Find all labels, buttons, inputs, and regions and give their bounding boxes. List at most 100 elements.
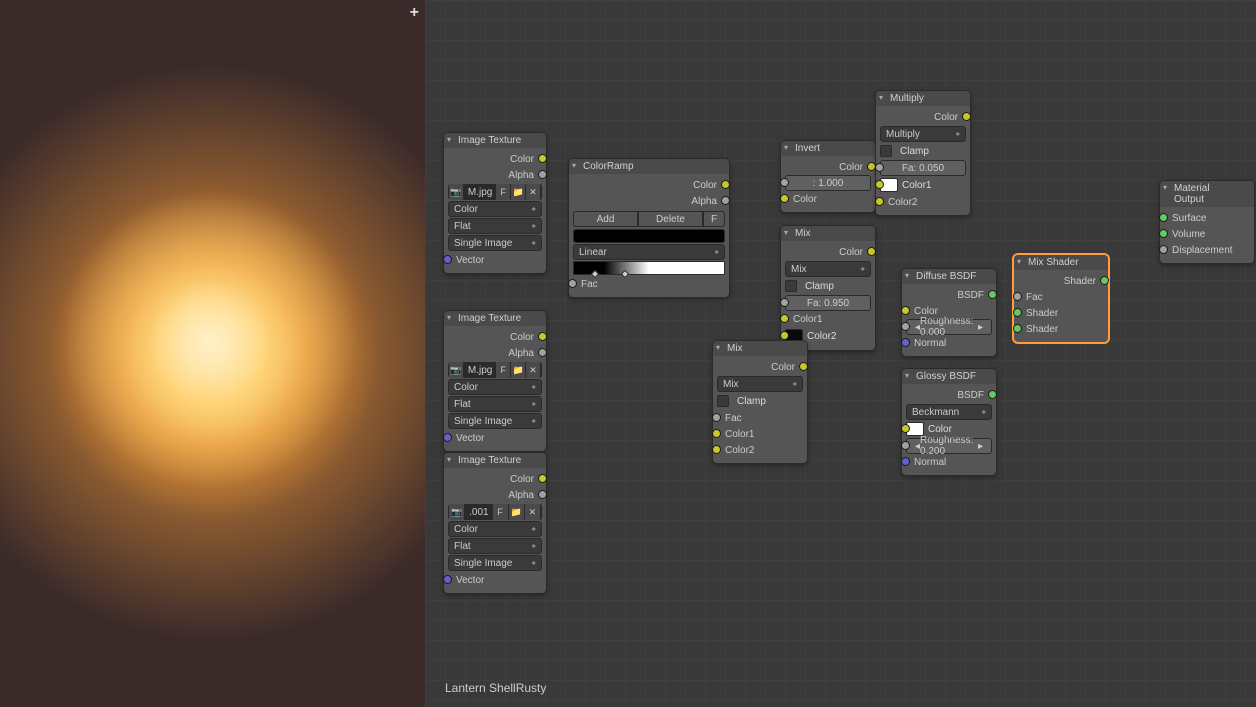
image-selector[interactable]: 📷 .001 F 📁 ✕ [448,504,542,520]
unlink-icon[interactable]: ✕ [526,362,541,378]
output-color: Color [934,112,958,123]
filename[interactable]: M.jpg [464,184,496,200]
input-color1: Color1 [902,180,931,191]
input-shader2: Shader [1026,324,1058,335]
blend-dropdown[interactable]: Mix [785,261,871,277]
image-selector[interactable]: 📷 M.jpg F 📁 ✕ [448,362,542,378]
input-vector: Vector [456,433,484,444]
blend-dropdown[interactable]: Mix [717,376,803,392]
colorspace-dropdown[interactable]: Color [448,201,542,217]
node-title[interactable]: Image Texture [444,133,546,148]
filename[interactable]: M.jpg [464,362,496,378]
filename[interactable]: .001 [465,504,492,520]
fake-user-button[interactable]: F [496,362,511,378]
fake-user-button[interactable]: F [493,504,509,520]
node-title[interactable]: Diffuse BSDF [902,269,996,284]
input-color: Color [928,424,952,435]
node-title[interactable]: Image Texture [444,453,546,468]
flip-button[interactable]: F [703,211,725,227]
clamp-checkbox[interactable] [785,280,797,292]
output-alpha: Alpha [508,348,534,359]
node-title[interactable]: Mix [713,341,807,356]
projection-dropdown[interactable]: Flat [448,218,542,234]
fac-field[interactable]: : 1.000 [785,175,871,191]
node-material-output[interactable]: Material Output Surface Volume Displacem… [1159,180,1255,264]
clamp-checkbox[interactable] [717,395,729,407]
image-selector[interactable]: 📷 M.jpg F 📁 ✕ [448,184,542,200]
blend-dropdown[interactable]: Multiply [880,126,966,142]
projection-dropdown[interactable]: Flat [448,538,542,554]
node-glossy-bsdf[interactable]: Glossy BSDF BSDF Beckmann Color ◂Roughne… [901,368,997,476]
frame-dropdown[interactable]: Single Image [448,235,542,251]
output-color: Color [510,474,534,485]
fac-field[interactable]: Fa: 0.950 [785,295,871,311]
node-image-texture-3[interactable]: Image Texture Color Alpha 📷 .001 F 📁 ✕ C… [443,452,547,594]
delete-stop-button[interactable]: Delete [638,211,703,227]
input-vector: Vector [456,575,484,586]
color-ramp-gradient[interactable] [573,261,725,275]
input-surface: Surface [1172,213,1206,224]
output-bsdf: BSDF [957,290,984,301]
projection-dropdown[interactable]: Flat [448,396,542,412]
output-color: Color [693,180,717,191]
clamp-label: Clamp [737,396,766,407]
browse-icon[interactable]: 📷 [449,184,464,200]
distribution-dropdown[interactable]: Beckmann [906,404,992,420]
input-color2: Color2 [725,445,754,456]
node-color-ramp[interactable]: ColorRamp Color Alpha Add Delete F Linea… [568,158,730,298]
open-icon[interactable]: 📁 [509,504,525,520]
input-fac: Fac [581,279,598,290]
ramp-color-swatch[interactable] [573,229,725,243]
frame-dropdown[interactable]: Single Image [448,413,542,429]
expand-icon[interactable]: + [410,4,419,22]
frame-dropdown[interactable]: Single Image [448,555,542,571]
node-title[interactable]: ColorRamp [569,159,729,174]
colorspace-dropdown[interactable]: Color [448,521,542,537]
node-title[interactable]: Material Output [1160,181,1254,207]
roughness-field[interactable]: ◂Roughness: 0.200▸ [906,438,992,454]
node-invert[interactable]: Invert Color : 1.000 Color [780,140,876,213]
roughness-field[interactable]: ◂Roughness: 0.000▸ [906,319,992,335]
clamp-checkbox[interactable] [880,145,892,157]
node-mix-rgb-2[interactable]: Mix Color Mix Clamp Fac Color1 Color2 [712,340,808,464]
node-title[interactable]: Multiply [876,91,970,106]
add-stop-button[interactable]: Add [573,211,638,227]
node-title[interactable]: Mix [781,226,875,241]
output-color: Color [839,247,863,258]
node-title[interactable]: Invert [781,141,875,156]
material-name-label: Lantern ShellRusty [445,681,546,695]
unlink-icon[interactable]: ✕ [525,504,541,520]
browse-icon[interactable]: 📷 [449,504,465,520]
node-title[interactable]: Image Texture [444,311,546,326]
clamp-label: Clamp [805,281,834,292]
input-color: Color [793,194,817,205]
output-color: Color [510,154,534,165]
interpolation-dropdown[interactable]: Linear [573,244,725,260]
lantern-glow [40,160,380,520]
output-alpha: Alpha [508,490,534,501]
unlink-icon[interactable]: ✕ [526,184,541,200]
input-color1: Color1 [793,314,822,325]
fac-field[interactable]: Fa: 0.050 [880,160,966,176]
node-mix-rgb-1[interactable]: Mix Color Mix Clamp Fa: 0.950 Color1 Col… [780,225,876,351]
node-title[interactable]: Mix Shader [1014,255,1108,270]
input-fac: Fac [1026,292,1043,303]
output-alpha: Alpha [691,196,717,207]
output-shader: Shader [1064,276,1096,287]
clamp-label: Clamp [900,146,929,157]
browse-icon[interactable]: 📷 [449,362,464,378]
node-editor[interactable]: Image Texture Color Alpha 📷 M.jpg F 📁 ✕ … [425,0,1256,707]
node-multiply[interactable]: Multiply Color Multiply Clamp Fa: 0.050 … [875,90,971,216]
fake-user-button[interactable]: F [496,184,511,200]
node-image-texture-1[interactable]: Image Texture Color Alpha 📷 M.jpg F 📁 ✕ … [443,132,547,274]
node-mix-shader[interactable]: Mix Shader Shader Fac Shader Shader [1013,254,1109,343]
node-diffuse-bsdf[interactable]: Diffuse BSDF BSDF Color ◂Roughness: 0.00… [901,268,997,357]
open-icon[interactable]: 📁 [511,362,526,378]
input-normal: Normal [914,338,946,349]
open-icon[interactable]: 📁 [511,184,526,200]
input-color2: Color2 [888,197,917,208]
input-color: Color [914,306,938,317]
colorspace-dropdown[interactable]: Color [448,379,542,395]
node-title[interactable]: Glossy BSDF [902,369,996,384]
node-image-texture-2[interactable]: Image Texture Color Alpha 📷 M.jpg F 📁 ✕ … [443,310,547,452]
